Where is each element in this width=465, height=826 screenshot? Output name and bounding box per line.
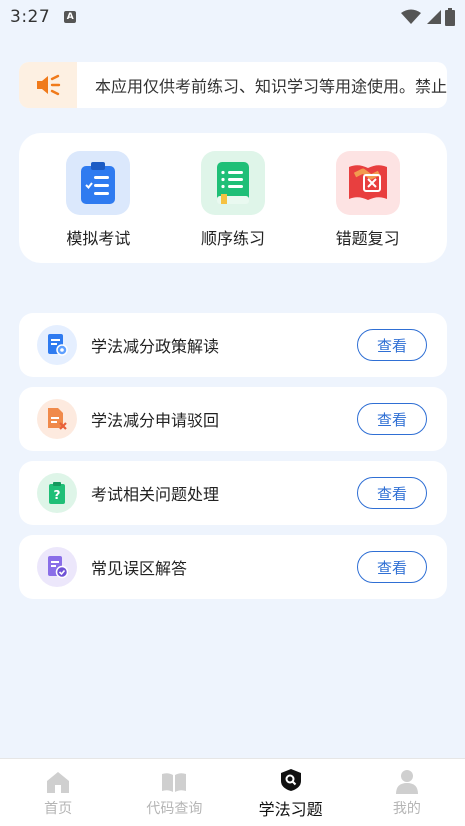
wrong-review-button[interactable]: 错题复习: [313, 151, 423, 249]
user-icon: [393, 768, 421, 796]
speaker-icon: [37, 74, 61, 96]
sequential-practice-button[interactable]: 顺序练习: [178, 151, 288, 249]
sequential-practice-icon-box: [200, 151, 265, 215]
notice-icon-box: [19, 62, 77, 108]
view-button[interactable]: 查看: [357, 403, 427, 435]
info-list: 学法减分政策解读 查看 学法减分申请驳回 查看 ? 考试相关问题处理 查看 常见…: [19, 313, 447, 609]
wrong-review-icon-box: [335, 151, 400, 215]
home-icon: [44, 768, 72, 796]
notice-banner[interactable]: 本应用仅供考前练习、知识学习等用途使用。禁止: [19, 62, 447, 108]
question-clipboard-icon-box: ?: [37, 473, 77, 513]
checked-doc-icon-box: [37, 547, 77, 587]
tab-home[interactable]: 首页: [3, 768, 113, 818]
clipboard-icon: [81, 162, 116, 204]
wifi-icon: [401, 9, 421, 24]
search-badge-icon: [277, 766, 305, 794]
tab-label: 首页: [44, 800, 73, 817]
notification-icon: A: [64, 11, 77, 23]
mock-exam-label: 模拟考试: [66, 229, 131, 248]
bottom-tab-bar: 首页 代码查询 学法习题 我的: [0, 758, 465, 826]
list-item-label: 常见误区解答: [91, 559, 188, 578]
notice-text: 本应用仅供考前练习、知识学习等用途使用。禁止: [95, 77, 447, 96]
status-time: 3:27: [10, 7, 51, 27]
sequential-practice-label: 顺序练习: [200, 229, 265, 248]
checked-doc-icon: [48, 556, 68, 579]
tab-label: 我的: [392, 800, 421, 817]
list-item[interactable]: 学法减分政策解读 查看: [19, 313, 447, 377]
battery-icon: [445, 8, 455, 26]
list-item-label: 学法减分申请驳回: [91, 411, 220, 430]
svg-text:?: ?: [54, 488, 61, 502]
open-book-icon: [160, 768, 188, 796]
status-bar: 3:27 A: [0, 0, 465, 34]
wrong-review-label: 错题复习: [335, 229, 400, 248]
quick-actions-card: 模拟考试 顺序练习 错题复习: [19, 133, 447, 263]
tab-profile[interactable]: 我的: [352, 768, 462, 818]
tab-label: 学法习题: [258, 799, 323, 819]
list-item[interactable]: 学法减分申请驳回 查看: [19, 387, 447, 451]
list-item[interactable]: 常见误区解答 查看: [19, 535, 447, 599]
policy-doc-icon-box: [37, 325, 77, 365]
view-button[interactable]: 查看: [357, 329, 427, 361]
list-item-label: 考试相关问题处理: [91, 485, 220, 504]
list-item-label: 学法减分政策解读: [91, 337, 220, 356]
view-button[interactable]: 查看: [357, 551, 427, 583]
rejected-doc-icon: [48, 408, 67, 430]
tab-label: 代码查询: [146, 800, 203, 817]
rejected-doc-icon-box: [37, 399, 77, 439]
status-indicators: [401, 8, 455, 26]
signal-icon: [427, 10, 441, 24]
tab-code-query[interactable]: 代码查询: [119, 768, 229, 818]
list-item[interactable]: ? 考试相关问题处理 查看: [19, 461, 447, 525]
policy-doc-icon: [48, 334, 68, 356]
book-icon: [216, 162, 249, 204]
mock-exam-icon-box: [66, 151, 131, 215]
error-book-icon: [348, 165, 387, 200]
question-clipboard-icon: ?: [49, 482, 65, 504]
view-button[interactable]: 查看: [357, 477, 427, 509]
tab-practice[interactable]: 学法习题: [236, 766, 346, 820]
mock-exam-button[interactable]: 模拟考试: [43, 151, 153, 249]
